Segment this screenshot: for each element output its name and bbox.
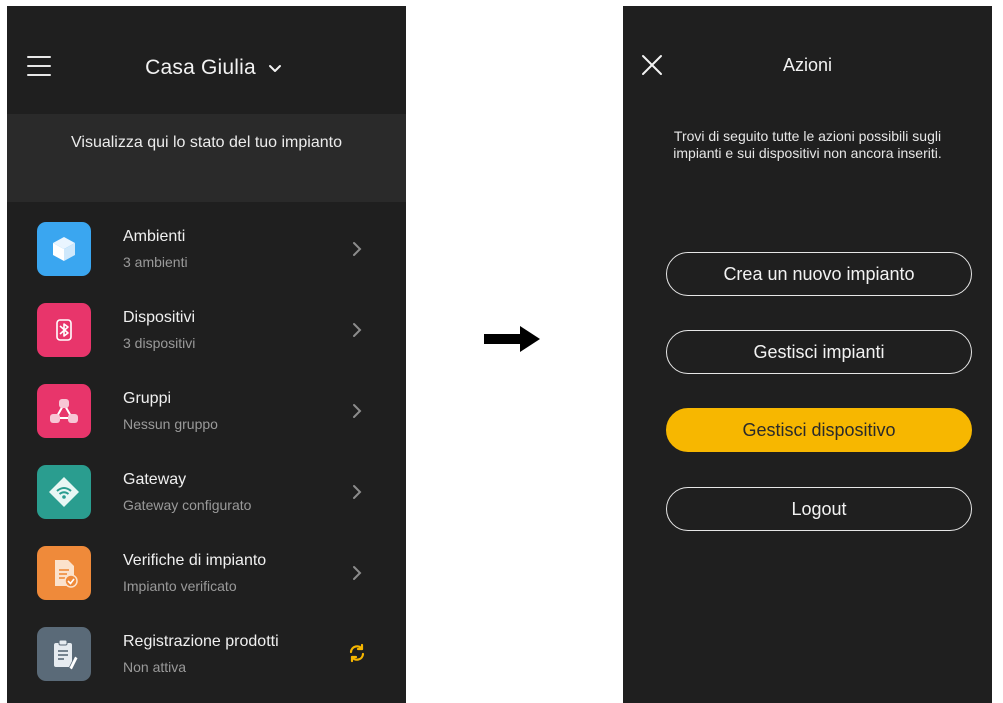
menu-item-label: Dispositivi bbox=[123, 309, 196, 326]
manage-device-button[interactable]: Gestisci dispositivo bbox=[666, 408, 972, 452]
logout-button[interactable]: Logout bbox=[666, 487, 972, 531]
home-name: Casa Giulia bbox=[145, 56, 256, 79]
wifi-diamond-icon bbox=[37, 465, 91, 519]
home-screen: Casa Giulia Visualizza qui lo stato del … bbox=[7, 6, 406, 703]
chevron-right-icon bbox=[353, 404, 362, 418]
menu-item-label: Verifiche di impianto bbox=[123, 552, 267, 569]
sync-icon[interactable] bbox=[347, 643, 367, 663]
chevron-right-icon bbox=[353, 485, 362, 499]
menu-item-ambienti[interactable]: Ambienti 3 ambienti bbox=[7, 202, 406, 283]
menu-item-sub: Non attiva bbox=[123, 659, 187, 675]
menu-item-sub: Impianto verificato bbox=[123, 578, 237, 594]
actions-description: Trovi di seguito tutte le azioni possibi… bbox=[623, 128, 992, 162]
top-bar: Casa Giulia bbox=[7, 6, 406, 114]
description-line: Trovi di seguito tutte le azioni possibi… bbox=[673, 128, 942, 144]
cube-icon bbox=[37, 222, 91, 276]
menu-item-sub: 3 ambienti bbox=[123, 254, 188, 270]
menu-item-sub: 3 dispositivi bbox=[123, 335, 196, 351]
page-title: Azioni bbox=[782, 55, 833, 75]
menu-item-verifiche[interactable]: Verifiche di impianto Impianto verificat… bbox=[7, 526, 406, 607]
status-banner: Visualizza qui lo stato del tuo impianto bbox=[7, 114, 406, 202]
menu-item-registrazione[interactable]: Registrazione prodotti Non attiva bbox=[7, 607, 406, 688]
groups-icon bbox=[37, 384, 91, 438]
manage-plants-button[interactable]: Gestisci impianti bbox=[666, 330, 972, 374]
actions-screen: Azioni Trovi di seguito tutte le azioni … bbox=[623, 6, 992, 703]
home-selector[interactable]: Casa Giulia bbox=[7, 56, 406, 80]
create-plant-button[interactable]: Crea un nuovo impianto bbox=[666, 252, 972, 296]
menu-item-label: Gateway bbox=[123, 471, 187, 488]
arrow-right-icon bbox=[484, 326, 540, 352]
bluetooth-icon bbox=[37, 303, 91, 357]
menu-item-dispositivi[interactable]: Dispositivi 3 dispositivi bbox=[7, 283, 406, 364]
menu-list: Ambienti 3 ambienti Dispositivi 3 dispos… bbox=[7, 202, 406, 688]
menu-item-sub: Gateway configurato bbox=[123, 497, 252, 513]
menu-item-label: Ambienti bbox=[123, 228, 186, 245]
menu-item-label: Registrazione prodotti bbox=[123, 633, 279, 650]
chevron-right-icon bbox=[353, 242, 362, 256]
status-message: Visualizza qui lo stato del tuo impianto bbox=[71, 134, 342, 151]
menu-item-gruppi[interactable]: Gruppi Nessun gruppo bbox=[7, 364, 406, 445]
chevron-right-icon bbox=[353, 566, 362, 580]
clipboard-pen-icon bbox=[37, 627, 91, 681]
chevron-right-icon bbox=[353, 323, 362, 337]
menu-item-label: Gruppi bbox=[123, 390, 172, 407]
description-line: impianti e sui dispositivi non ancora in… bbox=[673, 145, 942, 161]
menu-item-gateway[interactable]: Gateway Gateway configurato bbox=[7, 445, 406, 526]
composite-canvas: Casa Giulia Visualizza qui lo stato del … bbox=[0, 0, 1003, 703]
menu-item-sub: Nessun gruppo bbox=[123, 416, 218, 432]
checklist-icon bbox=[37, 546, 91, 600]
chevron-down-icon bbox=[268, 65, 281, 72]
